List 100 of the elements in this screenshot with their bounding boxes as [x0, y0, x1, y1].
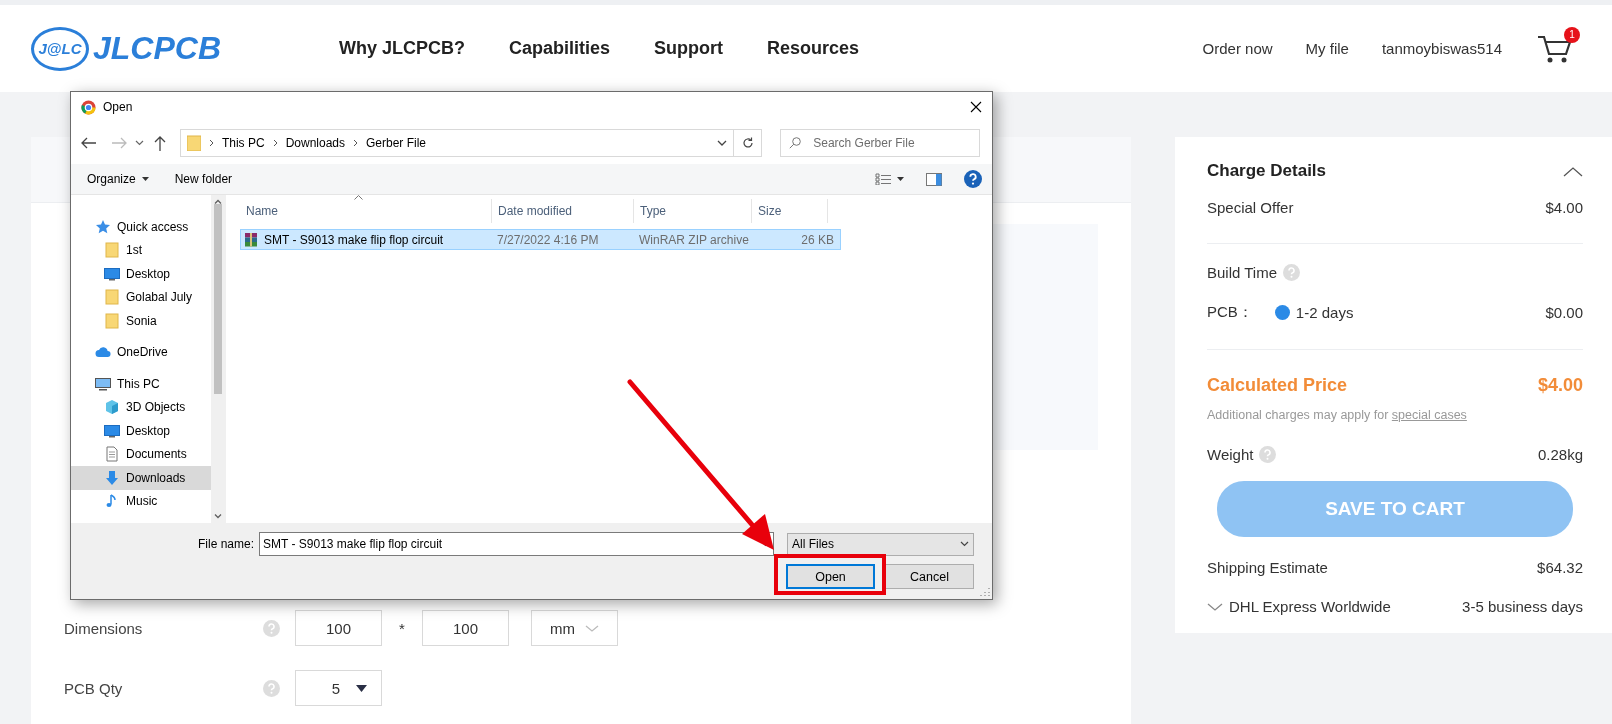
close-icon[interactable] — [970, 101, 982, 113]
back-arrow-icon[interactable] — [81, 137, 97, 149]
file-type: WinRAR ZIP archive — [638, 232, 750, 247]
nav-pane-item[interactable]: Documents — [71, 442, 212, 466]
nav-pane-item[interactable]: 3D Objects — [71, 395, 212, 419]
width-field[interactable]: 100 — [295, 610, 382, 646]
header-link[interactable]: Order now — [1202, 40, 1273, 57]
field-label: File name: — [197, 537, 254, 551]
recent-dropdown-icon[interactable] — [134, 140, 144, 146]
file-date: 7/27/2022 4:16 PM — [496, 232, 600, 247]
help-icon — [1283, 264, 1301, 281]
new-folder-button[interactable]: New folder — [174, 172, 233, 186]
monitor-icon — [104, 265, 120, 282]
height-field[interactable]: 100 — [422, 610, 509, 646]
row-label: Weight — [1207, 446, 1254, 463]
help-icon[interactable] — [964, 170, 982, 188]
nav-link[interactable]: Resources — [767, 38, 860, 59]
header-link[interactable]: My file — [1305, 40, 1349, 57]
search-icon — [789, 137, 802, 149]
browser-icon — [81, 99, 96, 115]
chevron-right-icon — [208, 139, 214, 147]
unit-select[interactable]: mm — [531, 610, 618, 646]
document-icon — [104, 446, 120, 463]
nav-link[interactable]: Support — [654, 38, 724, 59]
computer-icon — [95, 375, 111, 392]
scroll-up-icon[interactable] — [214, 199, 223, 204]
scroll-down-icon[interactable] — [214, 514, 223, 519]
carrier-name[interactable]: DHL Express Worldwide — [1229, 598, 1391, 615]
dropdown-triangle-icon — [356, 684, 367, 692]
dropdown-triangle-icon — [141, 177, 149, 181]
breadcrumb[interactable]: Downloads — [285, 136, 345, 150]
refresh-button[interactable] — [734, 129, 763, 157]
file-row[interactable]: SMT - S9013 make flip flop circuit 7/27/2022 4:16 PM WinRAR ZIP archive 26 KB — [240, 229, 841, 250]
logo-wordmark[interactable]: JLCPCB — [93, 30, 221, 67]
nav-link[interactable]: Why JLCPCB? — [339, 38, 465, 59]
column-header[interactable]: Type — [634, 199, 752, 223]
nav-pane-item[interactable]: Quick access — [71, 215, 212, 239]
price-value: $4.00 — [1537, 375, 1583, 396]
nav-pane-item[interactable]: Sonia — [71, 309, 212, 333]
preview-pane-icon[interactable] — [926, 172, 942, 186]
folder-icon — [186, 135, 201, 151]
dropdown-triangle-icon — [897, 177, 904, 181]
folder-icon — [104, 312, 120, 329]
times-sign: * — [398, 619, 406, 637]
dropdown-chevron-icon — [960, 541, 969, 547]
row-value: $4.00 — [1545, 199, 1583, 216]
row-value: $64.32 — [1537, 559, 1583, 576]
nav-link[interactable]: Capabilities — [509, 38, 611, 59]
column-header[interactable]: Date modified — [492, 199, 634, 223]
search-field[interactable]: Search Gerber File — [780, 129, 980, 157]
nav-pane-item[interactable]: Desktop — [71, 419, 212, 443]
chevron-right-icon — [272, 139, 278, 147]
breadcrumb[interactable]: This PC — [221, 136, 265, 150]
header-link[interactable]: tanmoybiswas514 — [1381, 40, 1502, 57]
archive-icon — [243, 231, 259, 248]
row-label: PCB： — [1207, 303, 1253, 322]
dialog-title: Open — [103, 100, 133, 114]
nav-pane-item[interactable]: Downloads — [71, 466, 212, 490]
field-label: PCB Qty — [64, 679, 124, 697]
cart-count-badge: 1 — [1564, 26, 1580, 43]
price-label: Calculated Price — [1207, 375, 1348, 396]
nav-pane-item[interactable]: 1st — [71, 238, 212, 262]
file-name: SMT - S9013 make flip flop circuit — [264, 232, 444, 247]
sort-caret-icon — [354, 195, 363, 200]
column-header[interactable]: Name — [240, 199, 492, 223]
star-icon — [95, 218, 111, 235]
column-header[interactable]: Size — [752, 199, 828, 223]
row-label: Shipping Estimate — [1207, 559, 1328, 576]
radio-button[interactable] — [1274, 305, 1290, 320]
address-bar[interactable]: This PC Downloads Gerber File — [179, 129, 735, 157]
organize-menu[interactable]: Organize — [87, 172, 149, 186]
panel-title: Charge Details — [1207, 161, 1327, 181]
nav-pane-item[interactable]: This PC — [71, 372, 212, 396]
nav-pane-item[interactable]: Music — [71, 489, 212, 513]
file-name-field[interactable]: SMT - S9013 make flip flop circuit — [259, 532, 774, 556]
row-value: 0.28kg — [1537, 446, 1583, 463]
file-type-select[interactable]: All Files — [787, 532, 974, 556]
download-arrow-icon — [104, 469, 120, 486]
logo-mark[interactable]: J@LC — [31, 26, 89, 71]
up-arrow-icon[interactable] — [153, 135, 166, 151]
help-icon — [263, 619, 280, 637]
option-label: 1-2 days — [1295, 304, 1354, 321]
dropdown-chevron-icon[interactable] — [717, 140, 728, 146]
chevron-right-icon — [353, 139, 358, 147]
quantity-select[interactable]: 5 — [295, 670, 382, 706]
view-options-button[interactable] — [875, 173, 904, 185]
note-text: Additional charges may apply for special cases — [1207, 408, 1468, 422]
cancel-button[interactable]: Cancel — [885, 564, 974, 589]
cube-icon — [104, 399, 120, 416]
nav-pane-item[interactable]: Desktop — [71, 262, 212, 286]
nav-pane-item[interactable]: OneDrive — [71, 340, 212, 364]
scrollbar[interactable] — [211, 195, 225, 523]
breadcrumb[interactable]: Gerber File — [366, 136, 427, 150]
resize-grip-icon[interactable] — [980, 587, 990, 597]
folder-icon — [104, 242, 120, 259]
open-button[interactable]: Open — [786, 564, 875, 589]
delivery-time: 3-5 business days — [1462, 598, 1583, 615]
nav-pane-item[interactable]: Golabal July — [71, 285, 212, 309]
help-icon — [1259, 446, 1277, 463]
folder-icon — [104, 289, 120, 306]
